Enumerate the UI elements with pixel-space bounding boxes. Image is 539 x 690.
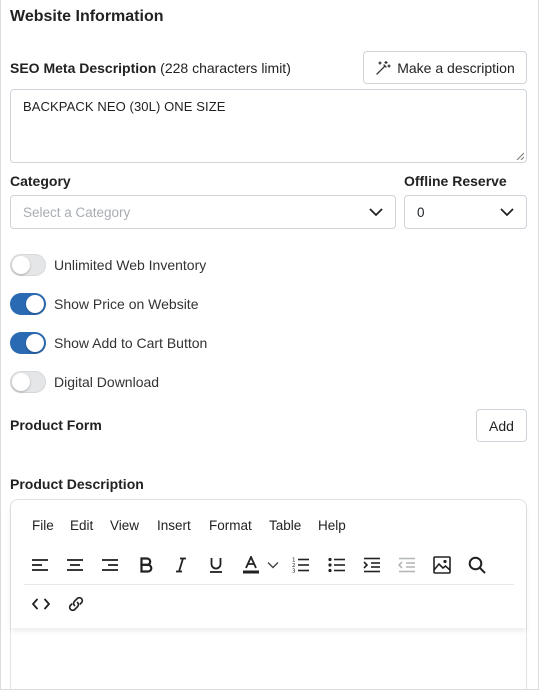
section-title: Website Information — [10, 8, 164, 25]
add-product-form-button[interactable]: Add — [476, 409, 527, 442]
make-description-label: Make a description — [397, 59, 515, 76]
seo-description-textarea[interactable]: BACKPACK NEO (30L) ONE SIZE — [10, 89, 527, 163]
menu-view[interactable]: View — [110, 518, 139, 533]
product-form-label: Product Form — [10, 417, 102, 433]
product-description-label: Product Description — [10, 476, 144, 492]
menu-format[interactable]: Format — [209, 518, 252, 533]
menu-file[interactable]: File — [32, 518, 54, 533]
search-icon[interactable] — [466, 554, 488, 576]
source-code-icon[interactable] — [30, 593, 52, 615]
italic-icon[interactable] — [170, 554, 192, 576]
svg-text:3: 3 — [292, 569, 296, 575]
toolbar-divider — [24, 584, 514, 585]
show-price-toggle[interactable] — [10, 293, 46, 315]
menu-help[interactable]: Help — [318, 518, 346, 533]
indent-icon[interactable] — [361, 554, 383, 576]
bullet-list-icon[interactable] — [326, 554, 348, 576]
align-right-icon[interactable] — [99, 554, 121, 576]
offline-reserve-label: Offline Reserve — [404, 173, 507, 189]
bold-icon[interactable] — [135, 554, 157, 576]
menu-table[interactable]: Table — [269, 518, 301, 533]
category-placeholder: Select a Category — [23, 204, 131, 220]
resize-handle-icon[interactable] — [516, 152, 524, 160]
digital-download-toggle[interactable] — [10, 371, 46, 393]
link-icon[interactable] — [65, 593, 87, 615]
digital-download-label: Digital Download — [54, 374, 160, 390]
seo-label: SEO Meta Description (228 characters lim… — [10, 60, 291, 76]
category-label: Category — [10, 173, 71, 189]
chevron-down-icon — [500, 208, 514, 217]
seo-label-text: SEO Meta Description — [10, 60, 157, 76]
offline-reserve-select[interactable]: 0 — [404, 195, 527, 229]
category-select[interactable]: Select a Category — [10, 195, 396, 229]
text-color-icon[interactable] — [240, 554, 262, 576]
unlimited-web-inventory-label: Unlimited Web Inventory — [54, 257, 207, 273]
numbered-list-icon[interactable]: 123 — [290, 554, 312, 576]
show-price-label: Show Price on Website — [54, 296, 199, 312]
show-add-to-cart-label: Show Add to Cart Button — [54, 335, 208, 351]
seo-description-value: BACKPACK NEO (30L) ONE SIZE — [23, 99, 226, 114]
align-center-icon[interactable] — [64, 554, 86, 576]
offline-reserve-value: 0 — [417, 204, 425, 220]
outdent-icon[interactable] — [396, 554, 418, 576]
menu-insert[interactable]: Insert — [157, 518, 191, 533]
image-icon[interactable] — [431, 554, 453, 576]
align-left-icon[interactable] — [29, 554, 51, 576]
chevron-down-icon — [369, 208, 383, 217]
seo-limit-note: (228 characters limit) — [160, 60, 291, 76]
chevron-down-icon[interactable] — [266, 554, 280, 576]
underline-icon[interactable] — [205, 554, 227, 576]
make-description-button[interactable]: Make a description — [363, 51, 527, 84]
magic-wand-icon — [375, 60, 391, 76]
show-add-to-cart-toggle[interactable] — [10, 332, 46, 354]
menu-edit[interactable]: Edit — [70, 518, 93, 533]
unlimited-web-inventory-toggle[interactable] — [10, 254, 46, 276]
